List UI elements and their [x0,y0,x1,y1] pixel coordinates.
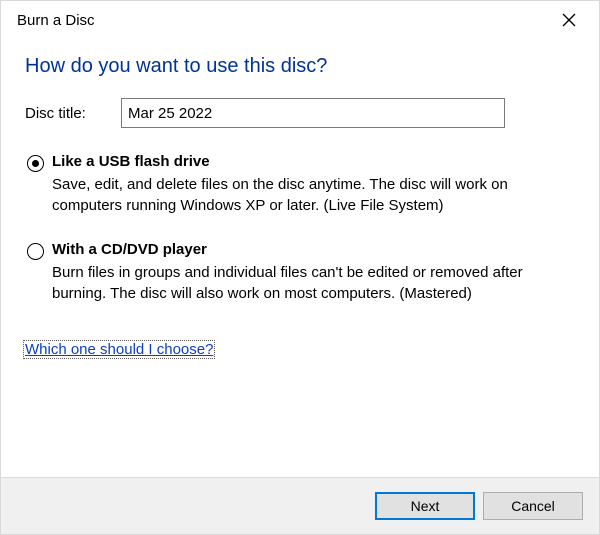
option-title: Like a USB flash drive [52,152,571,172]
option-description: Burn files in groups and individual file… [52,262,571,304]
window-title: Burn a Disc [17,12,95,29]
next-button[interactable]: Next [375,492,475,520]
dialog-footer: Next Cancel [1,477,599,534]
radio-dot-icon [32,160,39,167]
disc-title-label: Disc title: [25,105,121,122]
option-cd-dvd-player[interactable]: With a CD/DVD player Burn files in group… [27,240,571,304]
disc-title-row: Disc title: [1,92,599,138]
radio-icon [27,243,44,260]
option-title: With a CD/DVD player [52,240,571,260]
burn-options-group: Like a USB flash drive Save, edit, and d… [1,138,599,336]
title-bar: Burn a Disc [1,1,599,39]
radio-icon [27,155,44,172]
close-icon [562,13,576,27]
option-description: Save, edit, and delete files on the disc… [52,174,571,216]
option-body: With a CD/DVD player Burn files in group… [52,240,571,304]
dialog-heading: How do you want to use this disc? [1,39,599,92]
cancel-button[interactable]: Cancel [483,492,583,520]
disc-title-input[interactable] [121,98,505,128]
option-body: Like a USB flash drive Save, edit, and d… [52,152,571,216]
help-link[interactable]: Which one should I choose? [23,340,215,359]
option-usb-flash-drive[interactable]: Like a USB flash drive Save, edit, and d… [27,152,571,216]
close-button[interactable] [547,5,591,35]
